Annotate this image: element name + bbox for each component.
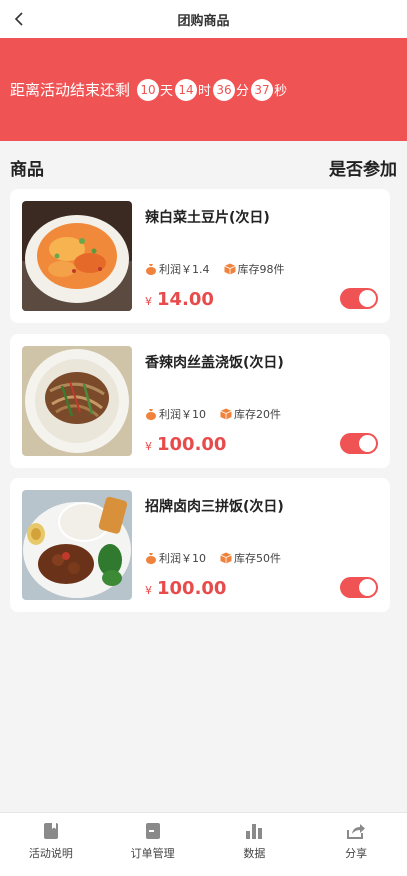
product-profit: 利润￥10 [159,408,206,421]
tab-activity-info[interactable]: 活动说明 [0,813,102,876]
product-image[interactable] [22,346,132,456]
money-bag-icon [145,263,157,275]
participate-toggle[interactable] [340,577,378,598]
toggle-knob [359,290,376,307]
price-value: 14.00 [157,289,214,310]
tab-order-management[interactable]: 订单管理 [102,813,204,876]
countdown-hours: 14 [175,78,198,101]
product-price: ¥ 100.00 [145,578,226,599]
countdown-seconds: 37 [251,78,274,101]
countdown-days-unit: 天 [160,84,174,99]
product-name: 香辣肉丝盖浇饭(次日) [145,355,284,371]
box-icon [223,263,236,275]
product-meta: 利润￥1.4 库存98件 [145,261,285,277]
product-stock: 库存50件 [234,552,281,565]
currency-symbol: ¥ [145,584,152,597]
back-button[interactable] [6,6,32,32]
product-card[interactable]: 香辣肉丝盖浇饭(次日) 利润￥10 库存20件 ¥ 100.00 [10,334,390,468]
box-icon [220,552,232,564]
product-stock: 库存20件 [234,408,281,421]
product-image[interactable] [22,490,132,600]
share-icon [346,821,366,841]
document-icon [41,821,61,841]
toggle-knob [359,435,376,452]
product-price: ¥ 100.00 [145,434,226,455]
list-header-participate: 是否参加 [329,159,397,180]
money-bag-icon [145,408,157,420]
tab-label: 活动说明 [28,847,73,860]
product-card[interactable]: 辣白菜土豆片(次日) 利润￥1.4 库存98件 ¥ 14.00 [10,189,390,323]
countdown-minutes-unit: 分 [236,84,250,99]
tab-share[interactable]: 分享 [305,813,407,876]
bottom-tab-bar: 活动说明 订单管理 数据 分享 [0,812,407,876]
participate-toggle[interactable] [340,433,378,454]
product-meta: 利润￥10 库存50件 [145,550,281,566]
chevron-left-icon [14,12,23,26]
product-stock: 库存98件 [237,263,285,276]
bar-chart-icon [244,821,264,841]
countdown-days: 10 [137,78,160,101]
product-card[interactable]: 招牌卤肉三拼饭(次日) 利润￥10 库存50件 ¥ 100.00 [10,478,390,612]
participate-toggle[interactable] [340,288,378,309]
page-title: 团购商品 [177,13,230,29]
tab-data[interactable]: 数据 [204,813,306,876]
countdown-minutes: 36 [213,78,236,101]
product-name: 辣白菜土豆片(次日) [145,210,270,226]
tab-label: 分享 [345,847,368,860]
product-image[interactable] [22,201,132,311]
tab-label: 数据 [243,847,266,860]
list-header-product: 商品 [10,159,44,180]
box-icon [220,408,232,420]
price-value: 100.00 [157,434,227,455]
product-price: ¥ 14.00 [145,289,214,310]
currency-symbol: ¥ [145,440,152,453]
countdown-banner: 距离活动结束还剩 10 天 14 时 36 分 37 秒 [0,38,407,141]
product-name: 招牌卤肉三拼饭(次日) [145,499,284,515]
list-header: 商品 是否参加 [0,152,407,182]
countdown-hours-unit: 时 [198,84,212,99]
product-profit: 利润￥10 [159,552,206,565]
countdown-label: 距离活动结束还剩 [10,81,131,99]
money-bag-icon [145,552,157,564]
order-icon [143,821,163,841]
price-value: 100.00 [157,578,227,599]
currency-symbol: ¥ [145,295,152,308]
product-meta: 利润￥10 库存20件 [145,406,281,422]
top-nav-bar: 团购商品 [0,0,407,38]
toggle-knob [359,579,376,596]
countdown-seconds-unit: 秒 [274,84,288,99]
product-profit: 利润￥1.4 [159,263,210,276]
tab-label: 订单管理 [130,847,175,860]
